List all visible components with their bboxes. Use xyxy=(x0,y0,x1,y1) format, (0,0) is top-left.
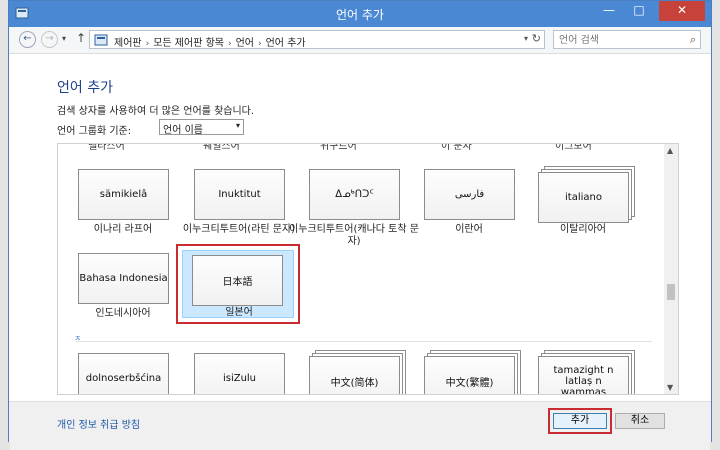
language-name: 이누크티투트어(라틴 문자) xyxy=(182,224,296,235)
language-label-partial: 이 분자 xyxy=(441,143,472,152)
language-tile-inuktitut-syllabics[interactable]: ᐃᓄᒃᑎᑐᑦ xyxy=(309,169,400,220)
scroll-up-icon[interactable]: ▲ xyxy=(667,146,673,155)
breadcrumb-item[interactable]: 언어 xyxy=(236,38,254,49)
group-by-select[interactable]: 언어 이름 ▾ xyxy=(159,119,244,136)
language-label-partial: 벨라스어 xyxy=(88,143,125,152)
vertical-scrollbar[interactable]: ▲ ▼ xyxy=(664,144,678,394)
forward-button[interactable]: → xyxy=(41,31,58,48)
control-panel-icon xyxy=(94,34,108,46)
refresh-icon[interactable]: ↻ xyxy=(532,32,541,45)
language-tile-italian[interactable]: italiano xyxy=(538,172,629,223)
language-list: 벨라스어 웨일스어 위구르어 이 분자 이그보어 sämikielâ 이나리 라… xyxy=(57,143,679,395)
language-tile-lower-sorbian[interactable]: dolnoserbšćina xyxy=(78,353,169,394)
breadcrumb-item[interactable]: 언어 추가 xyxy=(266,38,306,49)
language-label-partial: 위구르어 xyxy=(320,143,357,152)
language-name: 인도네시아어 xyxy=(95,308,151,319)
language-tile-sami[interactable]: sämikielâ xyxy=(78,169,169,220)
search-box[interactable]: ⌕ xyxy=(553,30,701,49)
language-tile-zulu[interactable]: isiZulu xyxy=(194,353,285,394)
language-tile-japanese[interactable]: 日本語 xyxy=(192,255,283,306)
page-title: 언어 추가 xyxy=(57,80,113,96)
page-description: 검색 상자를 사용하여 더 많은 언어를 찾습니다. xyxy=(57,106,255,117)
recent-locations-icon[interactable]: ▾ xyxy=(62,34,66,43)
language-name: 이란어 xyxy=(455,224,483,235)
section-header: ㅈ xyxy=(74,334,82,343)
language-label-partial: 웨일스어 xyxy=(203,143,240,152)
language-tile-chinese-simplified[interactable]: 中文(简体) xyxy=(309,356,400,394)
scroll-down-icon[interactable]: ▼ xyxy=(667,383,673,392)
language-tile-inuktitut-latin[interactable]: Inuktitut xyxy=(194,169,285,220)
language-label-partial: 이그보어 xyxy=(555,143,592,152)
close-button[interactable]: ✕ xyxy=(659,1,705,21)
minimize-button[interactable]: — xyxy=(595,1,623,21)
chevron-right-icon: › xyxy=(258,39,262,49)
add-language-window: 언어 추가 — □ ✕ ← → ▾ ↑ 제어판 › 모든 제어판 항목 › 언어 › 언어 … xyxy=(8,0,712,442)
language-name: 이나리 라프어 xyxy=(93,224,153,235)
dialog-footer: 개인 정보 취급 방침 추가 취소 xyxy=(9,401,711,442)
back-button[interactable]: ← xyxy=(19,31,36,48)
chevron-down-icon: ▾ xyxy=(235,121,240,130)
language-name: 일본어 xyxy=(225,307,253,318)
language-tile-indonesian[interactable]: Bahasa Indonesia xyxy=(78,253,169,304)
chevron-right-icon: › xyxy=(227,39,232,49)
search-icon[interactable]: ⌕ xyxy=(690,33,696,47)
add-button-highlight-frame: 추가 xyxy=(548,408,612,434)
language-tile-tamazight[interactable]: tamazight n latlaṣ n wammas xyxy=(538,356,629,394)
group-by-value: 언어 이름 xyxy=(163,125,203,136)
language-name: 이탈리아어 xyxy=(560,224,606,235)
scrollbar-thumb[interactable] xyxy=(667,284,675,300)
address-bar[interactable]: 제어판 › 모든 제어판 항목 › 언어 › 언어 추가 ▾ ↻ xyxy=(89,30,545,49)
cancel-button[interactable]: 취소 xyxy=(615,413,665,429)
breadcrumb-item[interactable]: 모든 제어판 항목 xyxy=(153,38,224,49)
title-bar: 언어 추가 — □ ✕ xyxy=(9,1,711,27)
breadcrumb: 제어판 › 모든 제어판 항목 › 언어 › 언어 추가 xyxy=(114,34,306,49)
section-divider xyxy=(76,341,652,342)
selected-language-item[interactable]: 日本語 일본어 xyxy=(182,250,294,318)
privacy-policy-link[interactable]: 개인 정보 취급 방침 xyxy=(57,416,140,431)
address-dropdown-icon[interactable]: ▾ xyxy=(524,34,528,43)
language-tile-chinese-traditional[interactable]: 中文(繁體) xyxy=(424,356,515,394)
maximize-button[interactable]: □ xyxy=(625,1,653,21)
search-input[interactable] xyxy=(557,33,681,48)
group-by-label: 언어 그룹화 기준: xyxy=(57,126,132,137)
navigation-bar: ← → ▾ ↑ 제어판›모든 제어판 항목›언어›언어 추가 ▾ ↻ ⌕ xyxy=(9,27,711,54)
add-button[interactable]: 추가 xyxy=(553,413,607,429)
chevron-right-icon: › xyxy=(145,39,150,49)
language-tile-persian[interactable]: فارسی xyxy=(424,169,515,220)
language-name: 이누크티투트어(캐나다 토착 문자) xyxy=(289,224,419,247)
up-arrow-icon[interactable]: ↑ xyxy=(76,31,86,45)
selection-highlight-frame: 日本語 일본어 xyxy=(176,244,300,324)
breadcrumb-item[interactable]: 제어판 xyxy=(114,38,142,49)
